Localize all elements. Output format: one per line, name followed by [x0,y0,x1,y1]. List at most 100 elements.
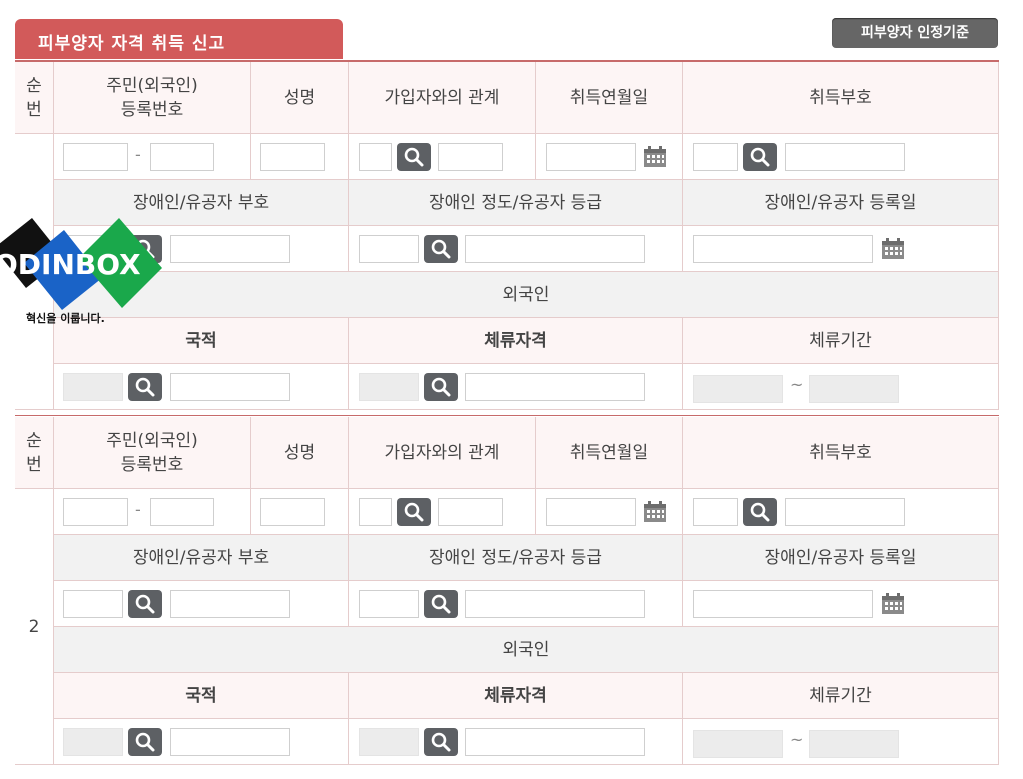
relation-search-button[interactable] [397,143,431,171]
disabled-code-name-input[interactable] [170,590,290,618]
nationality-code-input [63,728,123,756]
stay-period-header-label: 체류기간 [809,685,872,706]
disabled-grade-header: 장애인 정도/유공자 등급 [349,180,683,226]
acq-date-input[interactable] [546,143,636,171]
acq-code-header: 취득부호 [683,62,999,134]
disabled-date-header: 장애인/유공자 등록일 [683,535,999,581]
disabled-grade-name-input[interactable] [465,590,645,618]
resident-no-dash: - [135,145,141,164]
disabled-grade-search-button[interactable] [424,235,458,263]
acq-code-input[interactable] [693,143,738,171]
disabled-date-input[interactable] [693,590,873,618]
dependent-form-table: 순 번 주민(외국인) 등록번호 성명 가입자와의 관계 취득연월일 취득부호 - 장애인/유… [15,60,999,765]
seq-header: 순 번 [15,417,54,489]
disabled-grade-header-label: 장애인 정도/유공자 등급 [429,192,602,213]
dependent-criteria-button[interactable]: 피부양자 인정기준 [832,18,998,48]
disabled-grade-search-button[interactable] [424,590,458,618]
acq-code-search-button[interactable] [743,143,777,171]
name-header-label: 성명 [283,442,316,463]
nationality-code-input [63,373,123,401]
disabled-date-header: 장애인/유공자 등록일 [683,180,999,226]
stay-status-header-label: 체류자격 [484,685,547,706]
acq-code-header: 취득부호 [683,417,999,489]
stay-period-tilde: ~ [790,375,804,394]
nationality-header: 국적 [54,673,349,719]
foreigner-header-label: 외국인 [502,284,550,305]
relation-code-input[interactable] [359,143,392,171]
acq-code-input[interactable] [693,498,738,526]
relation-header: 가입자와의 관계 [349,417,536,489]
relation-name-input[interactable] [438,498,503,526]
name-input[interactable] [260,143,325,171]
disabled-date-calendar-button[interactable] [881,593,905,615]
relation-header-label: 가입자와의 관계 [384,87,500,108]
acq-date-header: 취득연월일 [536,62,683,134]
relation-header: 가입자와의 관계 [349,62,536,134]
foreigner-header: 외국인 [54,272,999,318]
relation-header-label: 가입자와의 관계 [384,442,500,463]
disabled-grade-input[interactable] [359,235,419,263]
disabled-date-calendar-button[interactable] [881,238,905,260]
acq-code-header-label: 취득부호 [809,87,872,108]
disabled-date-header-label: 장애인/유공자 등록일 [764,192,917,213]
stay-period-start-input [693,375,783,403]
seq-header-label: 순 번 [26,430,42,475]
disabled-grade-input[interactable] [359,590,419,618]
name-header: 성명 [251,417,349,489]
stay-period-header: 체류기간 [683,318,999,364]
stay-status-header: 체류자격 [349,673,683,719]
stay-status-name-input[interactable] [465,728,645,756]
stay-status-search-button[interactable] [424,728,458,756]
resident-no-back-input[interactable] [150,498,214,526]
stay-status-code-input [359,728,419,756]
foreigner-header: 외국인 [54,627,999,673]
seq-header: 순 번 [15,62,54,134]
resident-no-front-input[interactable] [63,498,128,526]
stay-period-start-input [693,730,783,758]
stay-status-code-input [359,373,419,401]
name-input[interactable] [260,498,325,526]
acq-date-input[interactable] [546,498,636,526]
resident-no-back-input[interactable] [150,143,214,171]
acq-date-calendar-button[interactable] [643,146,667,168]
acq-date-header: 취득연월일 [536,417,683,489]
stay-status-header: 체류자격 [349,318,683,364]
nationality-name-input[interactable] [170,373,290,401]
resident-no-dash: - [135,500,141,519]
foreigner-header-label: 외국인 [502,639,550,660]
acq-code-name-input[interactable] [785,143,905,171]
disabled-code-name-input[interactable] [170,235,290,263]
seq-cell-label: 2 [28,616,40,637]
stay-status-name-input[interactable] [465,373,645,401]
nationality-search-button[interactable] [128,728,162,756]
seq-cell: 2 [15,489,54,765]
disabled-grade-name-input[interactable] [465,235,645,263]
disabled-date-input[interactable] [693,235,873,263]
stay-period-end-input [809,730,899,758]
resident-no-header: 주민(외국인) 등록번호 [54,62,251,134]
relation-name-input[interactable] [438,143,503,171]
stay-period-tilde: ~ [790,730,804,749]
stay-status-search-button[interactable] [424,373,458,401]
disabled-code-header-label: 장애인/유공자 부호 [132,547,270,568]
relation-code-input[interactable] [359,498,392,526]
relation-search-button[interactable] [397,498,431,526]
disabled-code-input[interactable] [63,590,123,618]
nationality-name-input[interactable] [170,728,290,756]
section-title-tab: 피부양자 자격 취득 신고 [15,19,343,59]
name-header: 성명 [251,62,349,134]
resident-no-front-input[interactable] [63,143,128,171]
stay-period-header-label: 체류기간 [809,330,872,351]
disabled-code-search-button[interactable] [128,590,162,618]
resident-no-header: 주민(외국인) 등록번호 [54,417,251,489]
stay-period-header: 체류기간 [683,673,999,719]
logo-text: ODINBOX [0,248,141,281]
disabled-code-header: 장애인/유공자 부호 [54,535,349,581]
acq-date-calendar-button[interactable] [643,501,667,523]
acq-code-name-input[interactable] [785,498,905,526]
acq-code-search-button[interactable] [743,498,777,526]
acq-date-header-label: 취득연월일 [569,442,649,463]
nationality-search-button[interactable] [128,373,162,401]
name-header-label: 성명 [283,87,316,108]
stay-status-header-label: 체류자격 [484,330,547,351]
